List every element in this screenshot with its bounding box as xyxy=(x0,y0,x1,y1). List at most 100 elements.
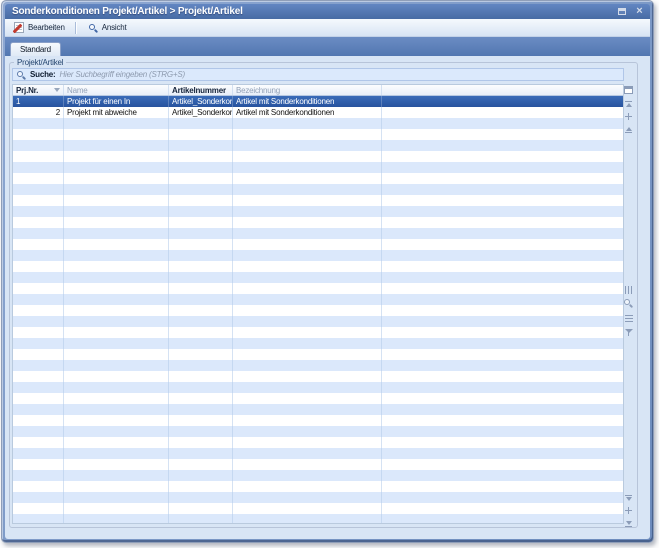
table-row-empty[interactable] xyxy=(13,437,623,448)
table-row-empty[interactable] xyxy=(13,492,623,503)
grid-cell xyxy=(233,140,382,151)
table-row-empty[interactable] xyxy=(13,195,623,206)
table-row-empty[interactable] xyxy=(13,217,623,228)
grid-cell xyxy=(169,349,233,360)
grid-cell xyxy=(64,327,169,338)
close-button[interactable]: × xyxy=(633,6,646,17)
scroll-to-end-button[interactable] xyxy=(623,518,634,529)
column-chooser-icon xyxy=(624,86,633,94)
table-row-empty[interactable] xyxy=(13,272,623,283)
grid-cell xyxy=(382,184,623,195)
table-row-empty[interactable] xyxy=(13,338,623,349)
table-row-empty[interactable] xyxy=(13,162,623,173)
table-row-empty[interactable] xyxy=(13,503,623,514)
scroll-to-top-button[interactable] xyxy=(623,98,634,109)
table-row-empty[interactable] xyxy=(13,349,623,360)
grid-cell xyxy=(169,294,233,305)
search-bar[interactable]: Suche: Hier Suchbegriff eingeben (STRG+S… xyxy=(12,68,624,81)
grid-cell xyxy=(382,272,623,283)
table-row[interactable]: 2Projekt mit abweicheArtikel_Sonderkondi… xyxy=(13,107,623,118)
grid-cell xyxy=(233,118,382,129)
page-down-button[interactable] xyxy=(623,505,634,516)
zoom-tool-button[interactable] xyxy=(623,298,634,309)
table-row-empty[interactable] xyxy=(13,459,623,470)
grid-cell xyxy=(169,228,233,239)
table-row-selected[interactable]: 1Projekt für einen InArtikel_Sonderkondi… xyxy=(13,96,623,107)
grid-cell xyxy=(382,426,623,437)
grid-cell xyxy=(13,371,64,382)
table-row-empty[interactable] xyxy=(13,316,623,327)
table-row-empty[interactable] xyxy=(13,261,623,272)
grid-cell xyxy=(169,129,233,140)
columns-tool-button[interactable] xyxy=(623,284,634,295)
table-row-empty[interactable] xyxy=(13,294,623,305)
table-row-empty[interactable] xyxy=(13,514,623,524)
sort-tool-button[interactable] xyxy=(623,312,634,323)
table-row-empty[interactable] xyxy=(13,239,623,250)
table-row-empty[interactable] xyxy=(13,327,623,338)
table-row-empty[interactable] xyxy=(13,371,623,382)
table-row-empty[interactable] xyxy=(13,129,623,140)
grid-cell xyxy=(169,514,233,524)
scroll-up-button[interactable] xyxy=(623,124,634,135)
table-row-empty[interactable] xyxy=(13,250,623,261)
table-row-empty[interactable] xyxy=(13,426,623,437)
table-row-empty[interactable] xyxy=(13,118,623,129)
grid-cell xyxy=(13,283,64,294)
table-row-empty[interactable] xyxy=(13,448,623,459)
grid-cell xyxy=(64,382,169,393)
ansicht-button[interactable]: Ansicht xyxy=(80,20,133,35)
grid-cell xyxy=(64,173,169,184)
grid-cell xyxy=(233,195,382,206)
title-bar[interactable]: Sonderkonditionen Projekt/Artikel > Proj… xyxy=(5,4,650,19)
grid-cell xyxy=(233,162,382,173)
table-row-empty[interactable] xyxy=(13,470,623,481)
grid-cell xyxy=(13,162,64,173)
grid-cell xyxy=(233,250,382,261)
grid-cell xyxy=(64,393,169,404)
scroll-down-button[interactable] xyxy=(623,492,634,503)
column-header-bezeichnung[interactable]: Bezeichnung xyxy=(233,85,382,95)
grid-cell xyxy=(13,316,64,327)
grid-cell xyxy=(169,261,233,272)
screen: Sonderkonditionen Projekt/Artikel > Proj… xyxy=(0,0,659,548)
window-controls: × xyxy=(615,6,646,17)
grid-cell xyxy=(64,492,169,503)
bearbeiten-button[interactable]: Bearbeiten xyxy=(8,20,71,35)
ansicht-label: Ansicht xyxy=(102,23,127,32)
grid-cell xyxy=(64,470,169,481)
tab-standard[interactable]: Standard xyxy=(10,42,61,56)
column-header-filler[interactable] xyxy=(382,85,623,95)
table-row-empty[interactable] xyxy=(13,173,623,184)
add-row-button[interactable] xyxy=(623,111,634,122)
table-row-empty[interactable] xyxy=(13,404,623,415)
table-row-empty[interactable] xyxy=(13,151,623,162)
table-row-empty[interactable] xyxy=(13,184,623,195)
table-row-empty[interactable] xyxy=(13,393,623,404)
column-chooser-button[interactable] xyxy=(623,84,634,95)
table-row-empty[interactable] xyxy=(13,283,623,294)
grid-cell xyxy=(233,481,382,492)
column-header-prjnr[interactable]: Prj.Nr. xyxy=(13,85,64,95)
table-row-empty[interactable] xyxy=(13,140,623,151)
filter-tool-button[interactable] xyxy=(623,326,634,337)
restore-button[interactable] xyxy=(615,6,628,17)
table-row-empty[interactable] xyxy=(13,415,623,426)
grid-cell xyxy=(64,371,169,382)
column-header-artikelnummer[interactable]: Artikelnummer xyxy=(169,85,233,95)
table-row-empty[interactable] xyxy=(13,360,623,371)
grid-cell xyxy=(13,305,64,316)
table-row-empty[interactable] xyxy=(13,228,623,239)
grid-cell xyxy=(382,382,623,393)
app-window: Sonderkonditionen Projekt/Artikel > Proj… xyxy=(1,0,654,543)
grid-cell xyxy=(233,338,382,349)
table-row-empty[interactable] xyxy=(13,305,623,316)
table-row-empty[interactable] xyxy=(13,481,623,492)
grid-cell xyxy=(233,272,382,283)
table-row-empty[interactable] xyxy=(13,382,623,393)
table-row-empty[interactable] xyxy=(13,206,623,217)
grid-cell xyxy=(13,459,64,470)
grid-cell xyxy=(13,118,64,129)
grid-cell xyxy=(382,294,623,305)
column-header-name[interactable]: Name xyxy=(64,85,169,95)
